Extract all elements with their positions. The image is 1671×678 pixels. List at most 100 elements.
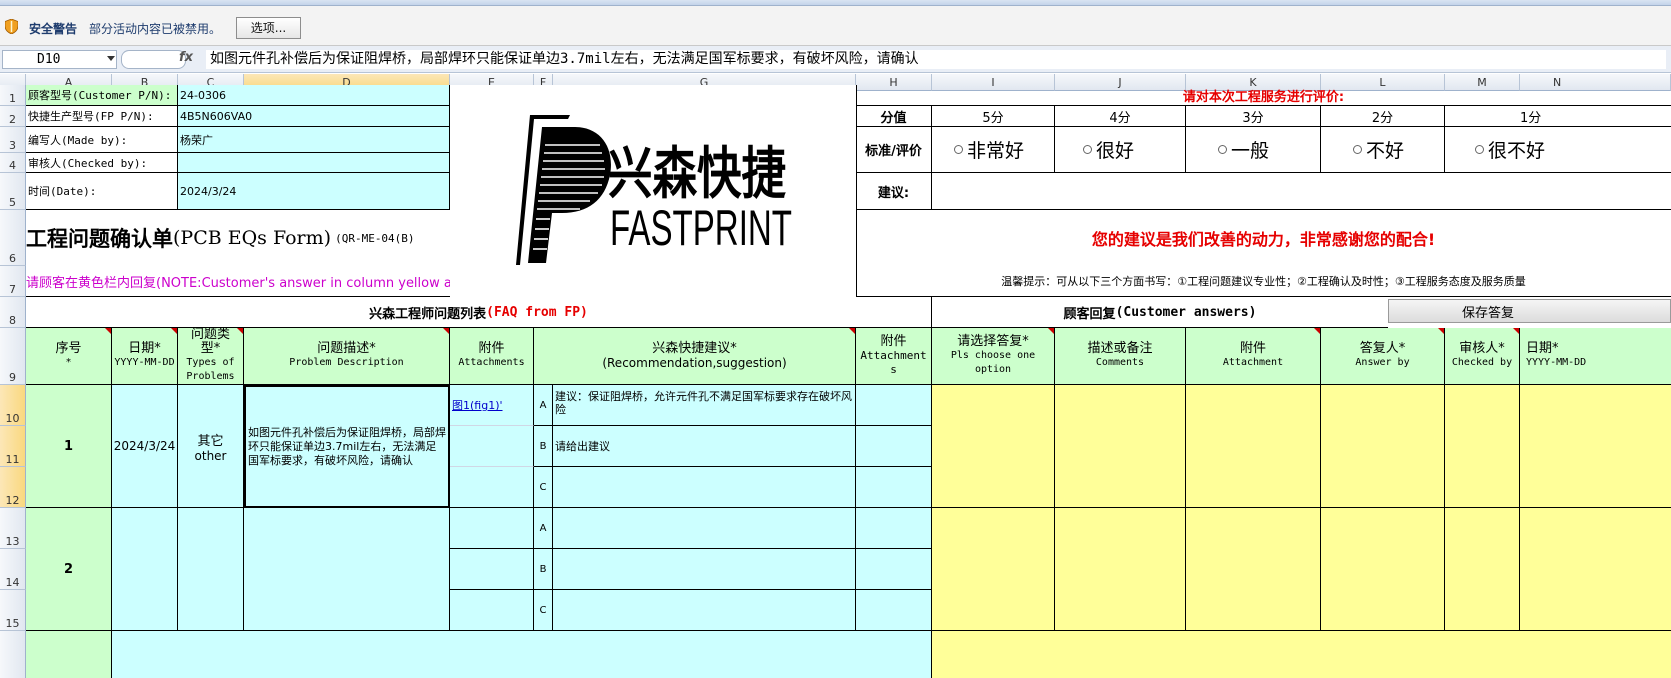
item-1-checked-by[interactable]: [1445, 385, 1520, 508]
row-header-5[interactable]: 5: [0, 173, 26, 210]
item-2-attach-c[interactable]: [450, 590, 534, 631]
date-value[interactable]: 2024/3/24: [178, 173, 450, 210]
row-header-8[interactable]: 8: [0, 297, 26, 328]
faq-left-title-cn: 兴森工程师问题列表: [369, 306, 487, 322]
insert-function-icon[interactable]: fx: [179, 50, 193, 65]
item-2-attach-b[interactable]: [450, 549, 534, 590]
item-1-attach-c[interactable]: [450, 467, 534, 508]
row-header-7[interactable]: 7: [0, 266, 26, 297]
item-2-attach2-c[interactable]: [856, 590, 932, 631]
item-1-seq[interactable]: 1: [26, 385, 112, 508]
radio-icon[interactable]: [1083, 145, 1092, 154]
option-label: 很不好: [1488, 140, 1546, 162]
item-2-seq[interactable]: 2: [26, 508, 112, 631]
row-number: 10: [5, 412, 20, 425]
item-2-date[interactable]: [112, 508, 178, 631]
header-attachment: 附件 Attachment: [1186, 328, 1321, 385]
row-header-14[interactable]: 14: [0, 549, 26, 590]
fp-pn-value[interactable]: 4B5N606VA0: [178, 106, 450, 127]
item-2-opt-b-letter: B: [534, 549, 553, 590]
item-2-opt-c-text[interactable]: [553, 590, 856, 631]
checked-by-value[interactable]: [178, 153, 450, 173]
row-header-16[interactable]: [0, 631, 26, 678]
header-choose: 请选择答复* Pls choose one option: [932, 328, 1055, 385]
customer-note: 请顾客在黄色栏内回复(NOTE:Customer's answer in col…: [26, 266, 450, 297]
item-2-comments[interactable]: [1055, 508, 1186, 631]
row-header-11[interactable]: 11: [0, 426, 26, 467]
name-box[interactable]: D10: [2, 50, 117, 69]
radio-icon[interactable]: [1218, 145, 1227, 154]
row-header-1[interactable]: 1: [0, 85, 26, 106]
item-2-opt-a-text[interactable]: [553, 508, 856, 549]
option-average[interactable]: 一般: [1186, 127, 1321, 173]
item-1-answer-by[interactable]: [1321, 385, 1445, 508]
row-header-13[interactable]: 13: [0, 508, 26, 549]
customer-pn-value[interactable]: 24-0306: [178, 85, 450, 106]
item-2-opt-c-letter: C: [534, 590, 553, 631]
radio-icon[interactable]: [954, 145, 963, 154]
item-1-attach2-a[interactable]: [856, 385, 932, 426]
item-1-attach-link[interactable]: 图1(fig1)': [450, 385, 534, 426]
save-answers-button[interactable]: 保存答复: [1388, 299, 1671, 323]
item-1-comments[interactable]: [1055, 385, 1186, 508]
header-type: 问题类型* Types of Problems: [178, 328, 244, 385]
option-good[interactable]: 很好: [1055, 127, 1186, 173]
options-button[interactable]: 选项...: [236, 17, 301, 39]
item-2-desc[interactable]: [244, 508, 450, 631]
radio-icon[interactable]: [1475, 145, 1484, 154]
item-1-opt-a-text[interactable]: 建议：保证阻焊桥，允许元件孔不满足国军标要求存在破坏风险: [553, 385, 856, 426]
item-1-attach2-c[interactable]: [856, 467, 932, 508]
item-1-attach-b[interactable]: [450, 426, 534, 467]
row-header-2[interactable]: 2: [0, 106, 26, 127]
item-1-date2[interactable]: [1520, 385, 1671, 508]
row-header-9[interactable]: 9: [0, 328, 26, 385]
made-by-value[interactable]: 杨荣广: [178, 127, 450, 153]
header-attach2: 附件 Attachments: [856, 328, 932, 385]
item-1-date[interactable]: 2024/3/24: [112, 385, 178, 508]
item-3-answers[interactable]: [932, 631, 1671, 678]
item-3-seq[interactable]: [26, 631, 112, 678]
item-2-type[interactable]: [178, 508, 244, 631]
row-header-15[interactable]: 15: [0, 590, 26, 631]
chevron-down-icon[interactable]: [107, 56, 115, 61]
item-1-desc[interactable]: 如图元件孔补偿后为保证阻焊桥，局部焊环只能保证单边3.7mil左右，无法满足国军…: [244, 385, 450, 508]
item-2-choose[interactable]: [932, 508, 1055, 631]
item-1-opt-b-text[interactable]: 请给出建议: [553, 426, 856, 467]
item-2-checked-by[interactable]: [1445, 508, 1520, 631]
header-answer-by-sub: Answer by: [1355, 357, 1410, 368]
option-very-good[interactable]: 非常好: [932, 127, 1055, 173]
item-2-attach2-a[interactable]: [856, 508, 932, 549]
row-number: 14: [5, 576, 20, 589]
item-3-row[interactable]: [112, 631, 932, 678]
item-2-date2[interactable]: [1520, 508, 1671, 631]
option-poor[interactable]: 不好: [1321, 127, 1445, 173]
item-1-attach2-b[interactable]: [856, 426, 932, 467]
item-1-attachment[interactable]: [1186, 385, 1321, 508]
row-header-3[interactable]: 3: [0, 127, 26, 153]
header-rec-sub: (Recommendation,suggestion): [602, 356, 787, 370]
header-rec: 兴森快捷建议* (Recommendation,suggestion): [534, 328, 856, 385]
item-2-opt-b-text[interactable]: [553, 549, 856, 590]
security-warning-title: 安全警告: [29, 22, 78, 36]
row-header-12[interactable]: 12: [0, 467, 26, 508]
suggestion-input[interactable]: [932, 173, 1671, 210]
header-choose-label: 请选择答复*: [957, 334, 1029, 349]
item-2-attach2-b[interactable]: [856, 549, 932, 590]
header-comments: 描述或备注 Comments: [1055, 328, 1186, 385]
row-number: 13: [5, 535, 20, 548]
item-1-choose[interactable]: [932, 385, 1055, 508]
row-header-10[interactable]: 10: [0, 385, 26, 426]
option-very-poor[interactable]: 很不好: [1445, 127, 1671, 173]
formula-input[interactable]: 如图元件孔补偿后为保证阻焊桥，局部焊环只能保证单边3.7mil左右，无法满足国军…: [206, 50, 1666, 69]
radio-icon[interactable]: [1353, 145, 1362, 154]
item-2-answer-by[interactable]: [1321, 508, 1445, 631]
header-attach: 附件 Attachments: [450, 328, 534, 385]
item-1-opt-c-text[interactable]: [553, 467, 856, 508]
item-2-attach-a[interactable]: [450, 508, 534, 549]
item-1-type[interactable]: 其它 other: [178, 385, 244, 508]
row-header-6[interactable]: 6: [0, 210, 26, 266]
function-search-field[interactable]: [121, 50, 186, 69]
item-2-attachment[interactable]: [1186, 508, 1321, 631]
header-seq: 序号 *: [26, 328, 112, 385]
row-header-4[interactable]: 4: [0, 153, 26, 173]
